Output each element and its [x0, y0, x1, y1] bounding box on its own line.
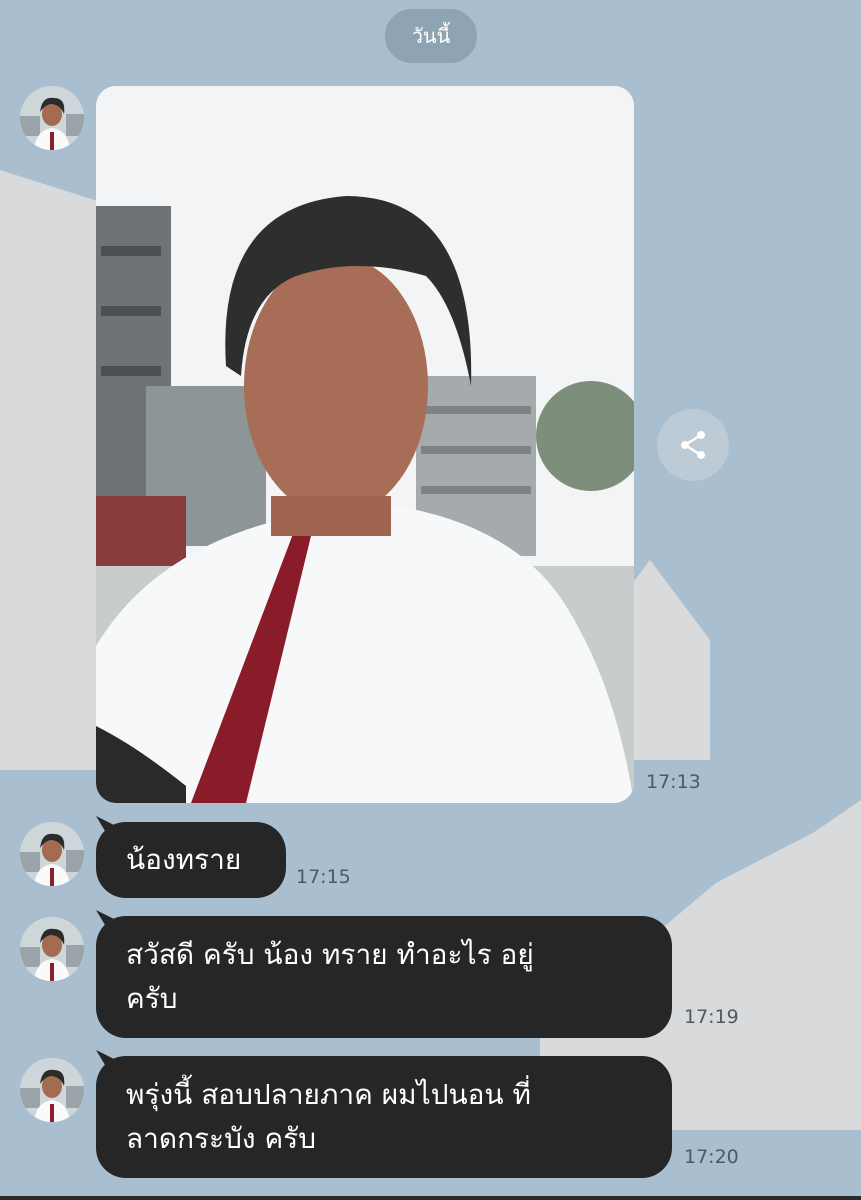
message-text: สวัสดี ครับ น้อง ทราย ทำอะไร อยู่: [126, 938, 534, 971]
sender-avatar[interactable]: [20, 917, 84, 981]
message-text: ลาดกระบัง ครับ: [126, 1122, 316, 1155]
message-bubble[interactable]: พรุ่งนี้ สอบปลายภาค ผมไปนอน ที่ ลาดกระบั…: [96, 1056, 672, 1178]
sender-avatar[interactable]: [20, 822, 84, 886]
message-time: 17:13: [646, 771, 701, 793]
wallpaper-shape: [0, 170, 110, 770]
message-bubble[interactable]: น้องทราย: [96, 822, 286, 898]
message-bubble[interactable]: สวัสดี ครับ น้อง ทราย ทำอะไร อยู่ ครับ: [96, 916, 672, 1038]
message-time: 17:20: [684, 1146, 739, 1168]
message-time: 17:19: [684, 1006, 739, 1028]
sender-avatar[interactable]: [20, 1058, 84, 1122]
share-icon: [681, 431, 705, 459]
message-text: พรุ่งนี้ สอบปลายภาค ผมไปนอน ที่: [126, 1078, 531, 1111]
date-divider: วันนี้: [385, 9, 477, 63]
message-text: น้องทราย: [126, 843, 242, 876]
message-text: ครับ: [126, 982, 178, 1015]
share-button[interactable]: [657, 409, 729, 481]
shared-photo[interactable]: [96, 86, 634, 803]
bottom-edge: [0, 1196, 861, 1200]
message-time: 17:15: [296, 866, 351, 888]
sender-avatar[interactable]: [20, 86, 84, 150]
